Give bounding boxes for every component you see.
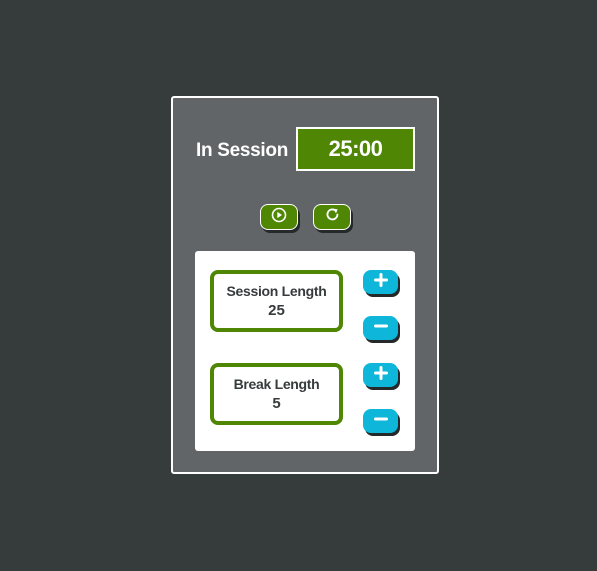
plus-icon <box>373 272 388 292</box>
break-decrement-button[interactable] <box>363 409 398 433</box>
session-length-value: 25 <box>268 302 285 319</box>
reset-button[interactable] <box>313 204 351 230</box>
minus-icon <box>373 319 388 338</box>
pomodoro-card: In Session 25:00 Session Length 25 Break… <box>171 96 439 474</box>
timer-display: 25:00 <box>296 127 415 171</box>
break-length-label: Break Length <box>233 376 320 392</box>
break-length-value: 5 <box>272 395 281 412</box>
minus-icon <box>373 412 388 431</box>
session-length-box: Session Length 25 <box>210 270 343 332</box>
refresh-icon <box>324 206 341 228</box>
break-length-box: Break Length 5 <box>210 363 343 425</box>
plus-icon <box>373 365 388 385</box>
session-increment-button[interactable] <box>363 270 398 294</box>
status-label: In Session <box>196 140 289 161</box>
settings-panel: Session Length 25 Break Length 5 <box>195 251 415 451</box>
session-decrement-button[interactable] <box>363 316 398 340</box>
session-length-label: Session Length <box>226 283 327 299</box>
break-increment-button[interactable] <box>363 363 398 387</box>
play-circle-icon <box>271 207 287 228</box>
play-button[interactable] <box>260 204 298 230</box>
